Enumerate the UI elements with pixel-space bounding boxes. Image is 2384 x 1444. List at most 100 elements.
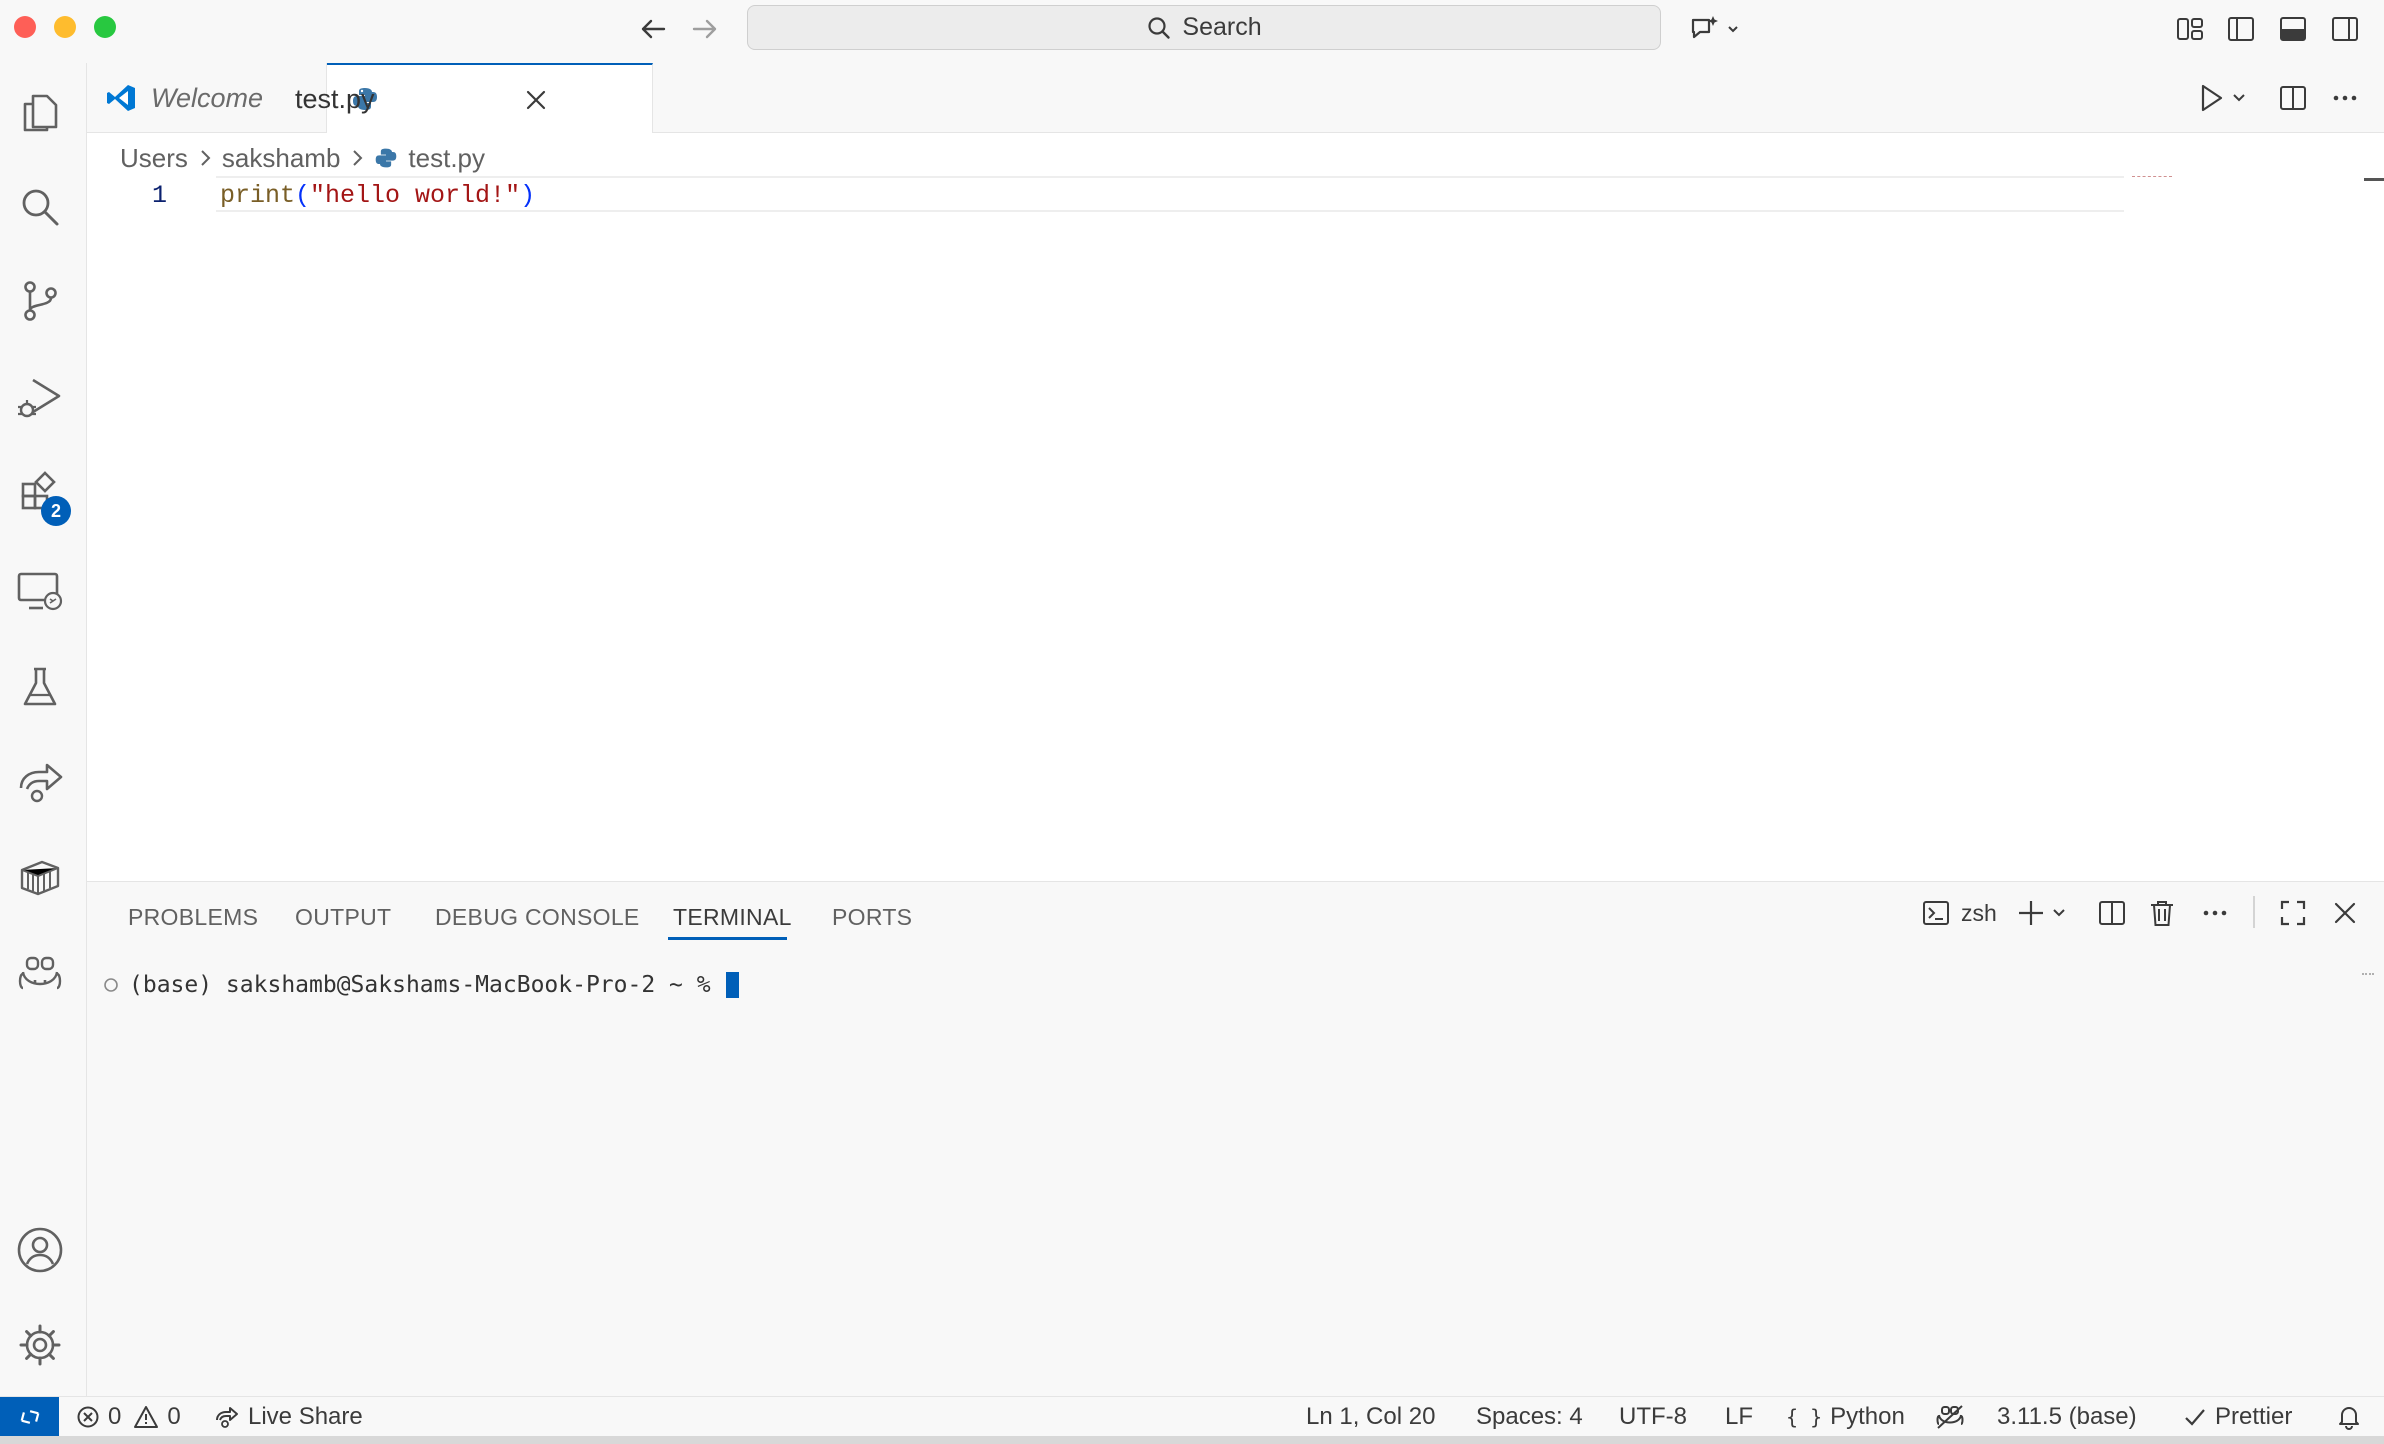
- maximize-window-button[interactable]: [94, 16, 116, 38]
- toggle-primary-sidebar-icon[interactable]: [2224, 12, 2258, 46]
- run-python-file-icon[interactable]: [2198, 83, 2250, 113]
- code-paren: ): [520, 181, 536, 210]
- terminal-more-actions-icon[interactable]: [2200, 898, 2230, 928]
- editor-area[interactable]: [87, 133, 2384, 881]
- toggle-secondary-sidebar-icon[interactable]: [2328, 12, 2362, 46]
- active-tab-indicator: [668, 937, 787, 940]
- live-share-icon: [214, 1405, 240, 1429]
- cursor-position[interactable]: Ln 1, Col 20: [1306, 1397, 1435, 1437]
- eol-status[interactable]: LF: [1725, 1397, 1753, 1437]
- chevron-right-icon: [350, 147, 364, 169]
- activity-bar: 2: [0, 63, 87, 1396]
- settings-gear-icon[interactable]: [10, 1315, 70, 1375]
- error-icon: [76, 1405, 100, 1429]
- minimap[interactable]: [2132, 176, 2172, 181]
- panel-tab-terminal[interactable]: TERMINAL: [673, 904, 792, 931]
- python-file-icon: [374, 146, 398, 170]
- breadcrumb-item[interactable]: sakshamb: [222, 143, 341, 174]
- toolbar-divider: [2253, 896, 2255, 928]
- close-tab-icon[interactable]: [523, 87, 549, 113]
- forward-arrow-icon[interactable]: [688, 12, 722, 46]
- tab-welcome[interactable]: Welcome: [87, 63, 327, 133]
- containers-box-icon[interactable]: [10, 849, 70, 909]
- copilot-chat-icon[interactable]: [1688, 12, 1744, 46]
- vscode-logo-icon: [105, 82, 137, 114]
- copilot-icon[interactable]: [10, 945, 70, 1005]
- warning-icon: [133, 1405, 159, 1429]
- split-terminal-icon[interactable]: [2097, 898, 2127, 928]
- error-count: 0: [108, 1403, 122, 1430]
- source-control-icon[interactable]: [10, 271, 70, 331]
- prettier-label: Prettier: [2215, 1403, 2293, 1430]
- breadcrumb-item[interactable]: Users: [120, 143, 188, 174]
- problems-status[interactable]: 0 0: [76, 1397, 181, 1437]
- breadcrumb: Users sakshamb test.py: [120, 140, 485, 176]
- close-panel-icon[interactable]: [2330, 898, 2360, 928]
- code-string: "hello world!": [310, 181, 521, 210]
- kill-terminal-trash-icon[interactable]: [2147, 898, 2177, 928]
- panel-tab-ports[interactable]: PORTS: [832, 904, 912, 931]
- minimize-window-button[interactable]: [54, 16, 76, 38]
- line-number: 1: [152, 181, 168, 210]
- braces-icon: { }: [1786, 1405, 1823, 1429]
- remote-indicator-button[interactable]: [0, 1397, 59, 1437]
- live-share-status[interactable]: Live Share: [214, 1397, 363, 1437]
- code-line[interactable]: print("hello world!"): [220, 181, 535, 210]
- testing-flask-icon[interactable]: [10, 657, 70, 717]
- chevron-right-icon: [198, 147, 212, 169]
- title-bar: Search: [0, 0, 2384, 64]
- warning-count: 0: [167, 1403, 181, 1430]
- command-decoration-icon: [103, 977, 119, 993]
- live-share-icon[interactable]: [10, 753, 70, 813]
- search-icon: [1146, 15, 1172, 41]
- notifications-bell-icon[interactable]: [2337, 1397, 2361, 1437]
- terminal-prompt: (base) sakshamb@Sakshams-MacBook-Pro-2 ~…: [129, 972, 725, 998]
- split-editor-icon[interactable]: [2278, 83, 2308, 113]
- bottom-panel: PROBLEMS OUTPUT DEBUG CONSOLE TERMINAL P…: [87, 881, 2384, 1396]
- command-center-search[interactable]: Search: [747, 5, 1661, 50]
- editor-tab-bar: Welcome test.py: [87, 63, 2384, 134]
- overview-ruler-marker: [2364, 178, 2384, 181]
- shell-name: zsh: [1961, 899, 1997, 926]
- search-label: Search: [1182, 13, 1262, 41]
- live-share-label: Live Share: [248, 1403, 363, 1430]
- explorer-icon[interactable]: [10, 83, 70, 143]
- search-view-icon[interactable]: [10, 177, 70, 237]
- toggle-panel-icon[interactable]: [2276, 12, 2310, 46]
- terminal-output[interactable]: (base) sakshamb@Sakshams-MacBook-Pro-2 ~…: [103, 972, 740, 998]
- maximize-panel-icon[interactable]: [2278, 898, 2308, 928]
- language-label: Python: [1830, 1403, 1905, 1430]
- run-and-debug-icon[interactable]: [10, 367, 70, 427]
- copilot-status-icon[interactable]: [1935, 1397, 1965, 1437]
- code-paren: (: [295, 181, 311, 210]
- back-arrow-icon[interactable]: [636, 12, 670, 46]
- panel-tab-problems[interactable]: PROBLEMS: [128, 904, 258, 931]
- indentation-status[interactable]: Spaces: 4: [1476, 1397, 1583, 1437]
- extensions-badge: 2: [41, 496, 71, 526]
- tab-label: Welcome: [151, 82, 264, 113]
- terminal-icon: [1921, 898, 1951, 928]
- accounts-icon[interactable]: [10, 1220, 70, 1280]
- close-window-button[interactable]: [14, 16, 36, 38]
- new-terminal-icon[interactable]: [2017, 898, 2071, 928]
- terminal-shell-selector[interactable]: zsh: [1921, 898, 1997, 928]
- encoding-status[interactable]: UTF-8: [1619, 1397, 1687, 1437]
- extensions-icon[interactable]: 2: [10, 463, 71, 526]
- prettier-status[interactable]: Prettier: [2183, 1397, 2292, 1437]
- breadcrumb-item[interactable]: test.py: [408, 143, 485, 174]
- status-bar: 0 0 Live Share Ln 1, Col 20 Spaces: 4 UT…: [0, 1396, 2384, 1437]
- panel-tab-debug-console[interactable]: DEBUG CONSOLE: [435, 904, 640, 931]
- remote-explorer-icon[interactable]: [10, 561, 70, 621]
- window-bottom-edge: [0, 1436, 2384, 1444]
- terminal-cursor: [726, 972, 740, 998]
- code-function: print: [220, 181, 296, 210]
- language-mode[interactable]: { } Python: [1786, 1397, 1905, 1437]
- more-actions-icon[interactable]: [2330, 83, 2360, 113]
- python-interpreter[interactable]: 3.11.5 (base): [1997, 1397, 2137, 1437]
- customize-layout-icon[interactable]: [2173, 12, 2207, 46]
- tab-label: test.py: [295, 84, 375, 114]
- tab-test-py[interactable]: test.py: [295, 63, 653, 134]
- check-icon: [2183, 1405, 2207, 1429]
- panel-tab-output[interactable]: OUTPUT: [295, 904, 391, 931]
- remote-icon: [20, 1410, 39, 1424]
